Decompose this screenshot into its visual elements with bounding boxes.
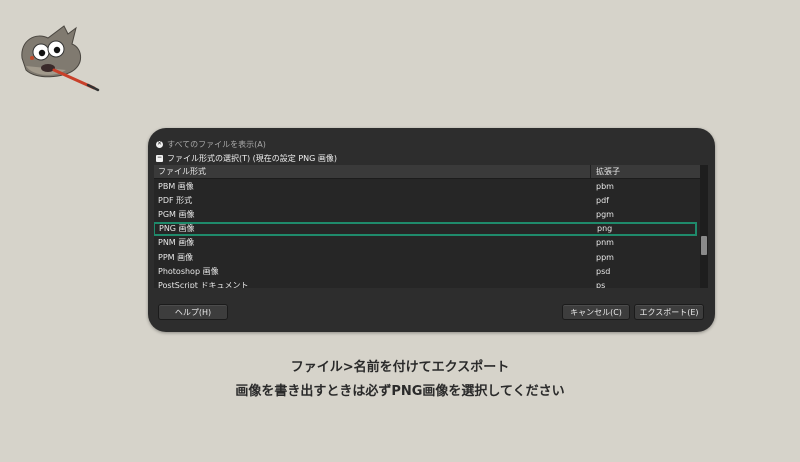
file-type-name: PGM 画像 xyxy=(158,209,195,219)
table-body: PBM 画像 pbm PDF 形式 pdf PGM 画像 pgm PNG 画像 … xyxy=(154,179,700,288)
x-circle-icon: ✕ xyxy=(156,140,163,148)
select-file-type-toggle[interactable]: − ファイル形式の選択(T) (現在の設定 PNG 画像) xyxy=(156,152,337,164)
file-type-extension: pgm xyxy=(596,209,614,219)
table-row[interactable]: PPM 画像 ppm xyxy=(154,250,700,264)
file-type-name: PBM 画像 xyxy=(158,181,194,191)
table-row[interactable]: PBM 画像 pbm xyxy=(154,179,700,193)
select-file-type-label: ファイル形式の選択(T) (現在の設定 PNG 画像) xyxy=(167,153,338,163)
column-header-file-type[interactable]: ファイル形式 xyxy=(154,165,591,178)
minus-box-icon: − xyxy=(156,154,163,162)
file-type-extension: ps xyxy=(596,280,606,288)
file-type-extension: png xyxy=(597,224,613,234)
gimp-logo-icon xyxy=(21,25,100,92)
show-all-files-label: すべてのファイルを表示(A) xyxy=(167,139,266,149)
file-type-extension: pnm xyxy=(596,238,614,248)
file-type-extension: ppm xyxy=(596,252,614,262)
table-row[interactable]: PNM 画像 pnm xyxy=(154,236,700,250)
file-type-table: ファイル形式 拡張子 PBM 画像 pbm PDF 形式 pdf PGM 画像 … xyxy=(154,165,700,288)
gimp-logo xyxy=(14,22,100,92)
file-type-extension: pbm xyxy=(596,181,614,191)
scrollbar-thumb[interactable] xyxy=(701,236,707,255)
file-type-name: PDF 形式 xyxy=(158,195,193,205)
file-type-extension: pdf xyxy=(596,195,609,205)
table-row[interactable]: PGM 画像 pgm xyxy=(154,207,700,221)
table-row[interactable]: PostScript ドキュメント ps xyxy=(154,278,700,288)
file-type-name: PNG 画像 xyxy=(159,224,195,234)
table-row[interactable]: PDF 形式 pdf xyxy=(154,193,700,207)
table-row[interactable]: Photoshop 画像 psd xyxy=(154,264,700,278)
file-type-extension: psd xyxy=(596,266,611,276)
caption-menu-path: ファイル>名前を付けてエクスポート xyxy=(290,360,510,375)
file-type-name: Photoshop 画像 xyxy=(158,266,219,276)
export-file-type-dialog: ✕ すべてのファイルを表示(A) − ファイル形式の選択(T) (現在の設定 P… xyxy=(148,128,715,332)
file-type-name: PNM 画像 xyxy=(158,238,195,248)
table-row-selected[interactable]: PNG 画像 png xyxy=(154,221,697,236)
export-button[interactable]: エクスポート(E) xyxy=(634,304,704,320)
file-type-name: PPM 画像 xyxy=(158,252,194,262)
help-button[interactable]: ヘルプ(H) xyxy=(158,304,228,320)
show-all-files-option[interactable]: ✕ すべてのファイルを表示(A) xyxy=(156,138,266,150)
file-type-name: PostScript ドキュメント xyxy=(158,280,249,288)
table-header: ファイル形式 拡張子 xyxy=(154,165,700,179)
caption-instruction: 画像を書き出すときは必ずPNG画像を選択してください xyxy=(235,384,565,399)
cancel-button[interactable]: キャンセル(C) xyxy=(562,304,630,320)
column-header-extension[interactable]: 拡張子 xyxy=(591,165,620,178)
vertical-scrollbar[interactable] xyxy=(700,165,708,288)
